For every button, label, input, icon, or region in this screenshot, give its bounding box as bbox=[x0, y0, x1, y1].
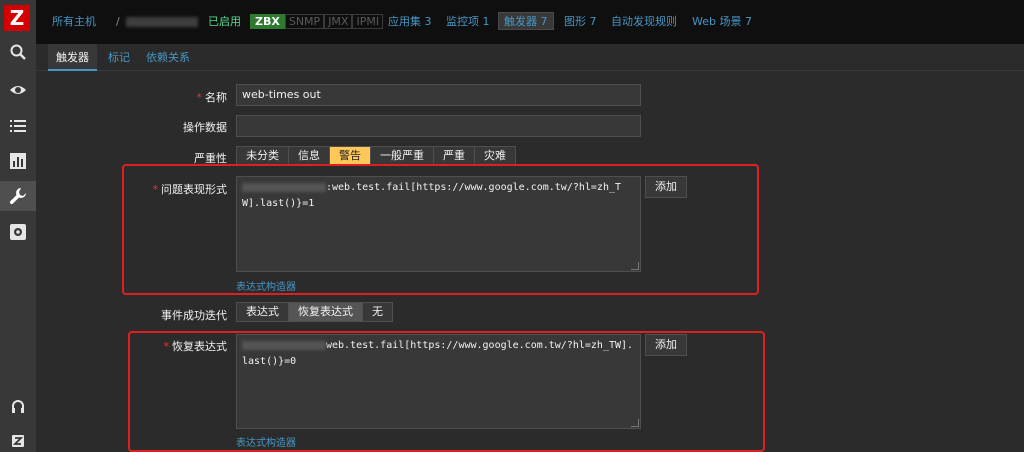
recovery-expression-label: * 恢复表达式 bbox=[163, 340, 228, 353]
user-z-icon[interactable] bbox=[0, 426, 36, 452]
zabbix-logo[interactable]: Z bbox=[4, 5, 30, 31]
problem-expression-textarea[interactable]: :web.test.fail[https://www.google.com.tw… bbox=[236, 176, 641, 272]
web-scenarios-link[interactable]: Web 场景 7 bbox=[692, 13, 752, 31]
search-icon[interactable] bbox=[0, 37, 36, 67]
zbx-badge: ZBX bbox=[250, 14, 285, 29]
ok-event-expression[interactable]: 表达式 bbox=[237, 303, 289, 321]
triggers-link[interactable]: 触发器 7 bbox=[498, 12, 554, 30]
discovery-rules-link[interactable]: 自动发现规则 bbox=[611, 13, 677, 31]
redacted-blur bbox=[126, 17, 198, 27]
headset-icon[interactable] bbox=[0, 392, 36, 422]
recovery-expression-builder-link[interactable]: 表达式构造器 bbox=[236, 434, 296, 449]
breadcrumb-separator: / bbox=[116, 15, 120, 28]
tab-dependencies[interactable]: 依赖关系 bbox=[138, 44, 198, 71]
enabled-status[interactable]: 已启用 bbox=[208, 13, 241, 31]
tab-trigger[interactable]: 触发器 bbox=[48, 44, 97, 71]
availability-badges: ZBX SNMP JMX IPMI bbox=[250, 13, 384, 31]
problem-add-button[interactable]: 添加 bbox=[645, 176, 687, 198]
ok-event-label: 事件成功迭代 bbox=[161, 309, 227, 322]
severity-warning[interactable]: 警告 bbox=[330, 147, 371, 165]
name-label: * 名称 bbox=[196, 91, 228, 104]
redacted-blur bbox=[242, 340, 326, 350]
snmp-badge: SNMP bbox=[284, 14, 325, 29]
items-link[interactable]: 监控项 1 bbox=[446, 13, 490, 31]
sidebar: Z bbox=[0, 0, 36, 452]
recovery-add-button[interactable]: 添加 bbox=[645, 334, 687, 356]
severity-average[interactable]: 一般严重 bbox=[371, 147, 434, 165]
host-name-redacted bbox=[126, 13, 198, 31]
gear-icon[interactable] bbox=[0, 217, 36, 247]
list-icon[interactable] bbox=[0, 111, 36, 141]
problem-expression-label: * 问题表现形式 bbox=[152, 183, 228, 196]
all-hosts-link[interactable]: 所有主机 bbox=[52, 13, 96, 31]
severity-information[interactable]: 信息 bbox=[289, 147, 330, 165]
opdata-input[interactable] bbox=[236, 115, 641, 137]
opdata-label: 操作数据 bbox=[183, 121, 227, 134]
ok-event-selector: 表达式 恢复表达式 无 bbox=[236, 302, 393, 322]
eye-icon[interactable] bbox=[0, 75, 36, 105]
ok-event-none[interactable]: 无 bbox=[363, 303, 392, 321]
resize-handle[interactable] bbox=[631, 419, 639, 427]
problem-expression-builder-link[interactable]: 表达式构造器 bbox=[236, 278, 296, 293]
redacted-blur bbox=[242, 182, 326, 192]
chart-icon[interactable] bbox=[0, 146, 36, 176]
severity-selector: 未分类 信息 警告 一般严重 严重 灾难 bbox=[236, 146, 516, 166]
resize-handle[interactable] bbox=[631, 262, 639, 270]
severity-not-classified[interactable]: 未分类 bbox=[237, 147, 289, 165]
wrench-icon[interactable] bbox=[0, 181, 36, 211]
severity-disaster[interactable]: 灾难 bbox=[475, 147, 515, 165]
tab-tags[interactable]: 标记 bbox=[100, 44, 138, 71]
ipmi-badge: IPMI bbox=[352, 14, 384, 29]
recovery-expression-textarea[interactable]: web.test.fail[https://www.google.com.tw/… bbox=[236, 334, 641, 429]
ok-event-recovery-expression[interactable]: 恢复表达式 bbox=[289, 303, 363, 321]
form-tabs: 触发器 标记 依赖关系 bbox=[36, 44, 1024, 71]
name-input[interactable]: web-times out bbox=[236, 84, 641, 106]
applications-link[interactable]: 应用集 3 bbox=[388, 13, 432, 31]
trigger-form: * 名称 web-times out 操作数据 严重性 未分类 信息 警告 一般严… bbox=[48, 72, 1024, 452]
severity-high[interactable]: 严重 bbox=[434, 147, 475, 165]
jmx-badge: JMX bbox=[324, 14, 353, 29]
graphs-link[interactable]: 图形 7 bbox=[564, 13, 597, 31]
host-navigation-bar: 所有主机 / 已启用 ZBX SNMP JMX IPMI 应用集 3 监控项 1 触发… bbox=[36, 0, 1024, 44]
zabbix-app: Z 所有主机 / 已启用 ZBX SNMP JMX IPMI 应用集 3 监控项… bbox=[0, 0, 1024, 452]
